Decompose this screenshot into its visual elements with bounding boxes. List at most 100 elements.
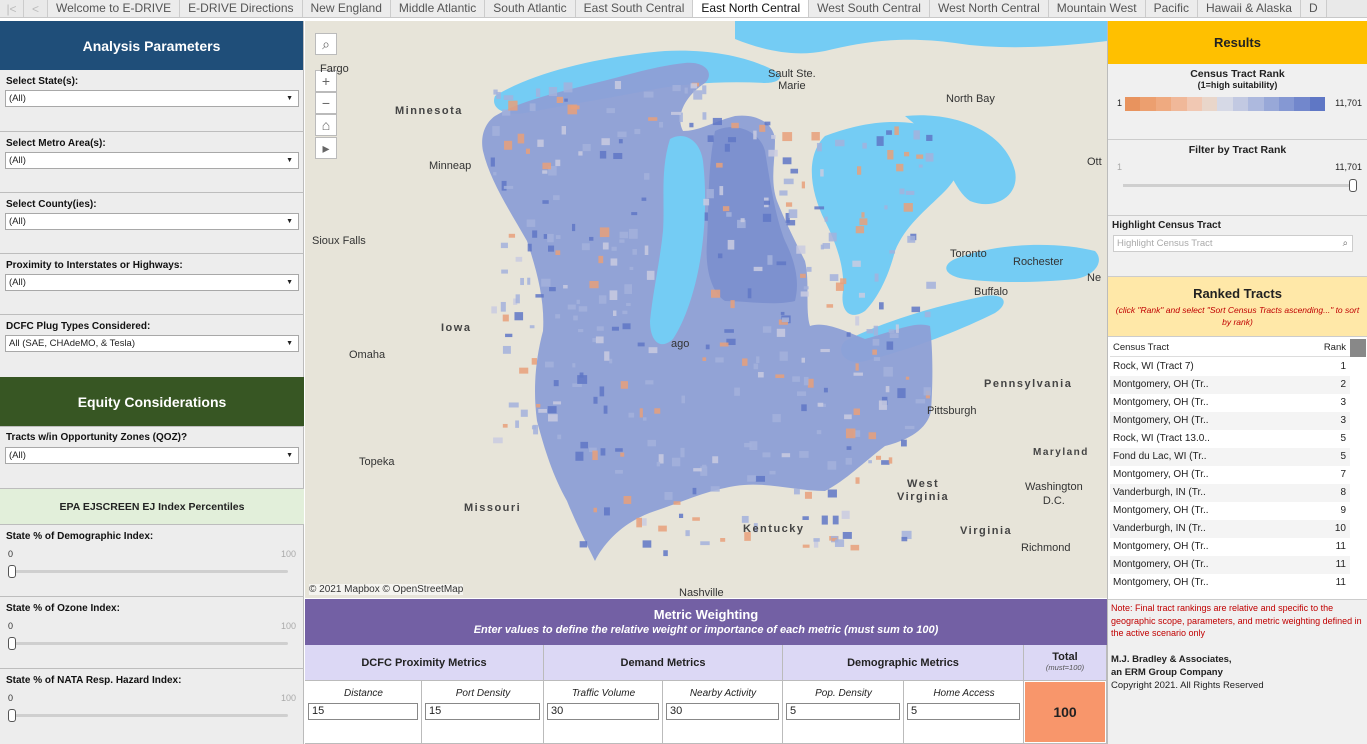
state-select[interactable]: (All) ▼ [5,90,299,107]
tab-d[interactable]: D [1300,0,1327,17]
tract-cell [844,414,852,420]
tract-cell [897,388,906,399]
table-row[interactable]: Montgomery, OH (Tr.. 9 [1110,502,1350,520]
tract-cell [642,417,647,421]
group-demographic: Demographic Metrics [783,645,1024,681]
tab-e-drive-directions[interactable]: E-DRIVE Directions [180,0,303,17]
col-rank[interactable]: Rank [1324,339,1346,357]
city-label: Toronto [950,248,987,260]
zoom-out-icon[interactable]: − [315,92,337,114]
tract-cell [779,190,788,196]
pop-density-input[interactable]: 5 [786,703,900,720]
county-select[interactable]: (All) ▼ [5,213,299,230]
tract-cell [747,288,752,299]
tract-cell [872,349,877,355]
table-row[interactable]: Rock, WI (Tract 13.0.. 5 [1110,430,1350,448]
tab-hawaii-alaska[interactable]: Hawaii & Alaska [1197,0,1301,17]
tract-cell [542,170,548,174]
port-density-input[interactable]: 15 [425,703,540,720]
table-row[interactable]: Montgomery, OH (Tr.. 3 [1110,412,1350,430]
table-row[interactable]: Montgomery, OH (Tr.. 11 [1110,538,1350,556]
equity-title: Equity Considerations [77,393,227,410]
tract-cell [717,253,723,259]
tract-cell [632,249,637,255]
slider-track[interactable] [11,642,288,645]
tract-cell [527,277,531,285]
tract-cell [702,464,707,469]
activity-input[interactable]: 30 [666,703,779,720]
table-row[interactable]: Montgomery, OH (Tr.. 3 [1110,394,1350,412]
play-icon[interactable]: ▸ [315,137,337,159]
city-label: Omaha [349,349,386,361]
table-row[interactable]: Rock, WI (Tract 7) 1 [1110,358,1350,376]
tract-cell [782,157,792,165]
tract-cell [887,149,894,160]
slider-thumb[interactable] [8,637,16,650]
city-label: ago [671,338,690,350]
tract-cell [832,515,839,525]
tract-cell [535,88,541,97]
proximity-select[interactable]: (All) ▼ [5,274,299,291]
tract-cell [595,336,604,344]
tab-pacific[interactable]: Pacific [1145,0,1198,17]
tract-cell [493,437,503,444]
tract-cell [846,332,851,337]
slider-thumb[interactable] [8,565,16,578]
table-row[interactable]: Montgomery, OH (Tr.. 11 [1110,556,1350,574]
tract-cell [821,515,828,525]
company-name: M.J. Bradley & Associates, [1111,654,1232,665]
slider-track[interactable] [11,570,288,573]
metric-label: Port Density [455,688,511,699]
tab-south-atlantic[interactable]: South Atlantic [485,0,576,17]
tab-east-north-central[interactable]: East North Central [693,0,810,17]
table-row[interactable]: Montgomery, OH (Tr.. 7 [1110,466,1350,484]
right-panel: Results Census Tract Rank (1=high suitab… [1107,21,1367,744]
tab-middle-atlantic[interactable]: Middle Atlantic [390,0,486,17]
home-icon[interactable]: ⌂ [315,114,337,136]
table-row[interactable]: Vanderburgh, IN (Tr.. 8 [1110,484,1350,502]
tract-cell [622,323,631,330]
qoz-select[interactable]: (All) ▼ [5,447,299,464]
slider-thumb[interactable] [8,709,16,722]
tract-cell [702,85,707,95]
table-row[interactable]: Montgomery, OH (Tr.. 11 [1110,574,1350,592]
tract-cell [855,363,859,371]
tab-west-south-central[interactable]: West South Central [809,0,930,17]
filter-track[interactable] [1123,184,1353,187]
metro-select[interactable]: (All) ▼ [5,152,299,169]
tract-cell [712,117,722,126]
tab-first-icon[interactable]: |< [0,0,24,17]
tract-name: Montgomery, OH (Tr.. [1113,379,1209,390]
distance-input[interactable]: 15 [308,703,418,720]
tract-cell [716,162,723,168]
slider-track[interactable] [11,714,288,717]
tract-cell [644,245,649,256]
tract-cell [567,304,576,310]
tab-new-england[interactable]: New England [302,0,391,17]
tract-cell [742,358,748,366]
table-row[interactable]: Fond du Lac, WI (Tr.. 5 [1110,448,1350,466]
table-scroll-thumb[interactable] [1350,339,1366,357]
map-search-icon[interactable]: ⌕ [315,33,337,55]
home-access-input[interactable]: 5 [907,703,1020,720]
tract-cell [564,98,568,102]
tract-cell [623,495,632,504]
table-row[interactable]: Montgomery, OH (Tr.. 2 [1110,376,1350,394]
tract-cell [799,451,809,458]
tab-east-south-central[interactable]: East South Central [575,0,694,17]
tract-cell [780,311,785,315]
tract-map[interactable]: ⌕ + − ⌂ ▸ Fargo Minneap Sioux Falls Omah… [305,21,1107,598]
tab-prev-icon[interactable]: < [24,0,48,17]
tab-welcome-to-e-drive[interactable]: Welcome to E-DRIVE [48,0,181,17]
filter-thumb[interactable] [1349,179,1357,192]
qoz-select-value: (All) [9,450,26,461]
table-row[interactable]: Vanderburgh, IN (Tr.. 10 [1110,520,1350,538]
traffic-input[interactable]: 30 [547,703,659,720]
tab-mountain-west[interactable]: Mountain West [1048,0,1146,17]
tab-west-north-central[interactable]: West North Central [929,0,1049,17]
tract-cell [628,412,635,418]
slider-min: 0 [8,549,14,559]
highlight-input[interactable]: Highlight Census Tract ⌕ [1113,235,1353,252]
tract-cell [911,306,921,313]
plug-select[interactable]: All (SAE, CHAdeMO, & Tesla) ▼ [5,335,299,352]
